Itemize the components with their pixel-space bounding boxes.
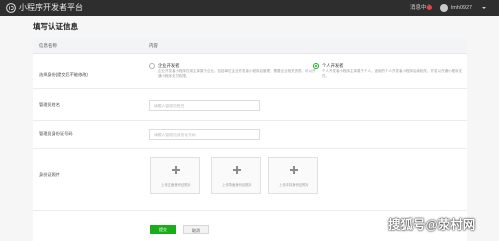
app-logo-icon [6,3,16,13]
cancel-button[interactable]: 取消 [183,225,209,234]
radio-enterprise[interactable] [149,63,155,69]
plus-icon [172,166,180,174]
watermark: 搜狐号@荥村网 [388,218,476,232]
id-photo-label: 身份证照片 [39,172,60,177]
row-divider [33,148,467,149]
option-enterprise-desc: 企业开发者小程序仅用主体属于企业。包括单位企业开发者小程序后管理，需要企业相关资… [158,69,316,78]
header-info-name: 信息名称 [39,43,57,48]
plus-icon [233,166,241,174]
submit-button[interactable]: 提交 [150,225,176,234]
admin-id-number-input[interactable] [149,129,260,140]
top-navbar: 小程序开发者平台 消息中心 lmh0927 [0,0,499,16]
id-number-label: 管理员身份证号码 [39,131,73,136]
admin-name-input[interactable] [149,100,260,111]
username-menu[interactable]: lmh0927 [451,4,472,12]
row-divider [33,210,467,211]
page-title: 填写认证信息 [33,22,78,31]
notification-badge [427,5,432,10]
row-divider [33,88,467,89]
upload-back-id[interactable]: 上传背面身份证照片 [211,157,261,194]
upload-label: 上传背面身份证照片 [222,183,252,187]
row-divider [33,120,467,121]
chevron-down-icon[interactable] [482,7,486,9]
upload-label: 上传正面身份证照片 [161,183,191,187]
option-individual-desc: 个人开发者小程序主体属于个人。适用的个人开发者小程序后续相关。开发以开通小程序支… [322,69,462,78]
option-enterprise-title[interactable]: 企业开发者 [158,63,179,68]
brand-title[interactable]: 小程序开发者平台 [19,3,83,13]
avatar[interactable] [440,4,448,12]
identity-label: 选择身份(提交后不能修改) [39,72,88,77]
table-header: 信息名称 内容 [33,38,467,54]
upload-front-id[interactable]: 上传正面身份证照片 [150,157,200,194]
upload-label: 上传手持身份证照片 [279,183,309,187]
name-label: 管理员姓名 [39,102,60,107]
plus-icon [290,166,298,174]
radio-individual[interactable] [313,63,319,69]
option-individual-title[interactable]: 个人开发者 [322,63,343,68]
upload-handheld-id[interactable]: 上传手持身份证照片 [268,157,318,194]
form-panel: 信息名称 内容 选择身份(提交后不能修改) 企业开发者 企业开发者小程序仅用主体… [33,38,467,241]
header-content: 内容 [149,43,158,48]
